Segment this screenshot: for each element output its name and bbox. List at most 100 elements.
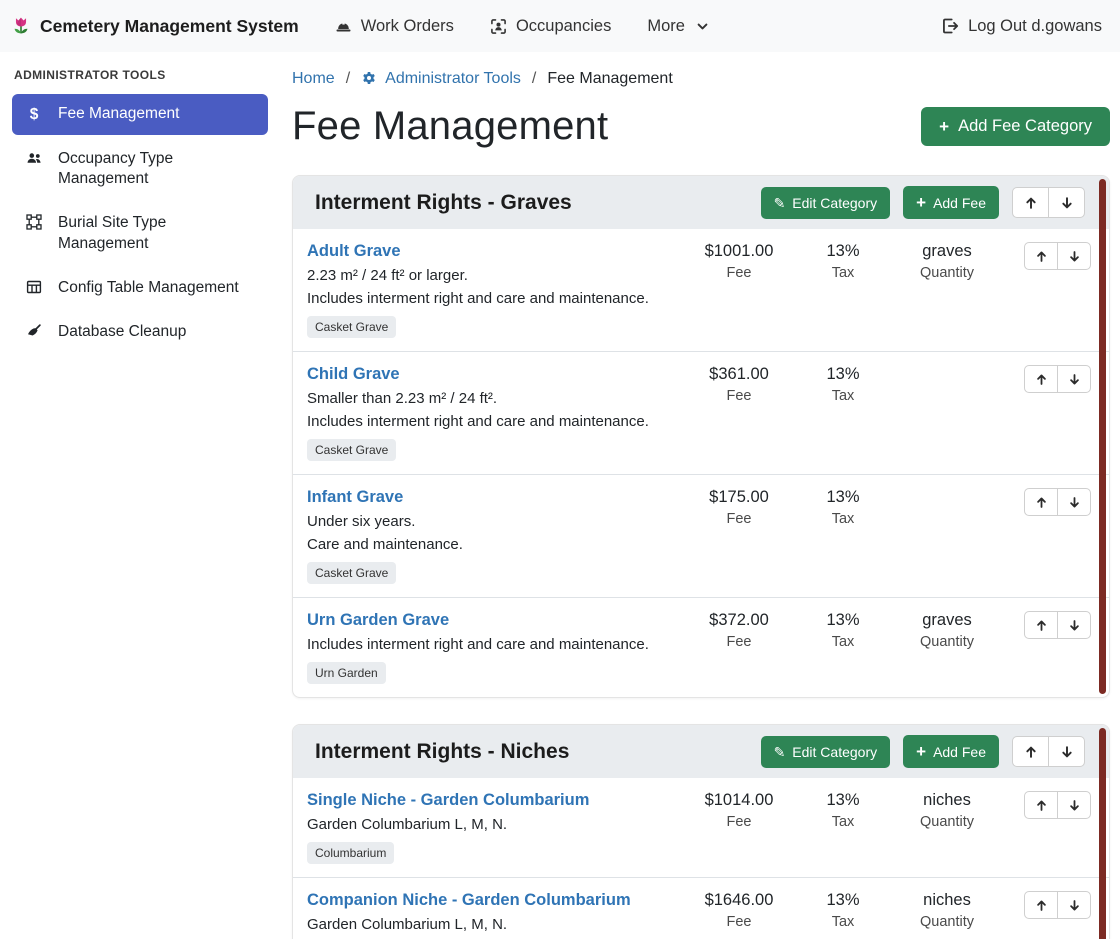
fee-tax-value: 13%: [791, 891, 895, 910]
fee-tax-value: 13%: [791, 791, 895, 810]
move-fee-down-button[interactable]: [1057, 365, 1091, 393]
users-icon: [24, 150, 44, 189]
move-fee-up-button[interactable]: [1024, 611, 1058, 639]
chevron-down-icon: [696, 20, 709, 33]
move-category-down-button[interactable]: [1048, 187, 1085, 218]
move-fee-down-button[interactable]: [1057, 791, 1091, 819]
fee-tax-label: Tax: [791, 814, 895, 830]
fee-quantity-col: niches Quantity: [895, 791, 999, 864]
fee-tax-col: 13% Tax: [791, 611, 895, 684]
breadcrumb-home-link[interactable]: Home: [292, 70, 335, 88]
sidebar-item-burial-site-type-management[interactable]: Burial Site Type Management: [12, 203, 268, 263]
fee-name-link[interactable]: Child Grave: [307, 365, 400, 384]
arrow-down-icon: [1068, 373, 1081, 386]
fee-name-link[interactable]: Adult Grave: [307, 242, 401, 261]
fee-description: Garden Columbarium L, M, N.: [307, 916, 679, 933]
nav-occupancies[interactable]: Occupancies: [490, 17, 611, 36]
fee-description-line: Garden Columbarium L, M, N.: [307, 816, 679, 833]
fee-amount-col: $1014.00 Fee: [687, 791, 791, 864]
sidebar: ADMINISTRATOR TOOLS $ Fee Management Occ…: [0, 52, 280, 370]
move-category-up-button[interactable]: [1012, 187, 1049, 218]
fee-amount-label: Fee: [687, 511, 791, 527]
fee-tax-value: 13%: [791, 242, 895, 261]
fee-description: 2.23 m² / 24 ft² or larger.Includes inte…: [307, 267, 679, 307]
fee-quantity-label: Quantity: [895, 914, 999, 930]
arrow-down-icon: [1068, 799, 1081, 812]
add-fee-button[interactable]: + Add Fee: [903, 735, 999, 768]
sidebar-heading: ADMINISTRATOR TOOLS: [14, 68, 268, 82]
move-category-down-button[interactable]: [1048, 736, 1085, 767]
nav-work-orders[interactable]: Work Orders: [335, 17, 454, 36]
nav-more[interactable]: More: [647, 17, 709, 36]
card-scrollbar[interactable]: [1099, 728, 1106, 939]
add-fee-label: Add Fee: [933, 195, 986, 211]
fee-quantity-col: graves Quantity: [895, 611, 999, 684]
fee-description-line: 2.23 m² / 24 ft² or larger.: [307, 267, 679, 284]
fee-reorder-group: [1024, 611, 1091, 639]
fee-name-link[interactable]: Single Niche - Garden Columbarium: [307, 791, 589, 810]
fee-tax-label: Tax: [791, 634, 895, 650]
fee-name-link[interactable]: Companion Niche - Garden Columbarium: [307, 891, 631, 910]
move-fee-up-button[interactable]: [1024, 242, 1058, 270]
fee-reorder-group: [1024, 488, 1091, 516]
fee-tax-col: 13% Tax: [791, 791, 895, 864]
dollar-icon: $: [24, 105, 44, 125]
move-fee-up-button[interactable]: [1024, 791, 1058, 819]
sidebar-item-occupancy-type-management[interactable]: Occupancy Type Management: [12, 139, 268, 199]
fee-quantity-value: niches: [895, 891, 999, 910]
card-scrollbar[interactable]: [1099, 179, 1106, 694]
category-list: Interment Rights - Graves ✎ Edit Categor…: [292, 175, 1110, 939]
add-fee-button[interactable]: + Add Fee: [903, 186, 999, 219]
move-fee-down-button[interactable]: [1057, 611, 1091, 639]
logout-link[interactable]: Log Out d.gowans: [941, 17, 1102, 36]
sidebar-item-label: Database Cleanup: [58, 322, 186, 342]
fee-row: Infant Grave Under six years.Care and ma…: [293, 474, 1109, 597]
fee-quantity-value: graves: [895, 611, 999, 630]
fee-reorder-group: [1024, 791, 1091, 819]
fee-reorder-group: [1024, 365, 1091, 393]
fee-category-card: Interment Rights - Niches ✎ Edit Categor…: [292, 724, 1110, 939]
broom-icon: [24, 323, 44, 342]
move-category-up-button[interactable]: [1012, 736, 1049, 767]
fee-tax-col: 13% Tax: [791, 891, 895, 939]
fee-tax-label: Tax: [791, 914, 895, 930]
main-content: Home / Administrator Tools / Fee Managem…: [280, 52, 1120, 939]
fee-type-badge: Casket Grave: [307, 439, 396, 461]
sidebar-item-database-cleanup[interactable]: Database Cleanup: [12, 312, 268, 352]
plus-icon: +: [916, 194, 926, 211]
category-reorder-group: [1012, 187, 1085, 218]
sidebar-item-label: Fee Management: [58, 104, 180, 125]
sidebar-item-label: Occupancy Type Management: [58, 149, 256, 189]
fee-row: Single Niche - Garden Columbarium Garden…: [293, 778, 1109, 877]
sidebar-item-fee-management[interactable]: $ Fee Management: [12, 94, 268, 135]
sidebar-item-label: Config Table Management: [58, 278, 239, 298]
arrow-down-icon: [1068, 899, 1081, 912]
fee-tax-label: Tax: [791, 511, 895, 527]
arrow-up-icon: [1024, 745, 1038, 759]
breadcrumb-admin-tools-link[interactable]: Administrator Tools: [361, 70, 521, 88]
app-brand[interactable]: Cemetery Management System: [10, 14, 299, 38]
fee-quantity-col: [895, 365, 999, 461]
edit-category-button[interactable]: ✎ Edit Category: [761, 187, 891, 219]
fee-tax-col: 13% Tax: [791, 488, 895, 584]
move-fee-down-button[interactable]: [1057, 488, 1091, 516]
edit-category-button[interactable]: ✎ Edit Category: [761, 736, 891, 768]
move-fee-down-button[interactable]: [1057, 242, 1091, 270]
fee-name-link[interactable]: Urn Garden Grave: [307, 611, 449, 630]
fee-description: Garden Columbarium L, M, N.: [307, 816, 679, 833]
edit-category-label: Edit Category: [792, 744, 877, 760]
fee-tax-col: 13% Tax: [791, 242, 895, 338]
add-fee-category-button[interactable]: + Add Fee Category: [921, 107, 1110, 146]
arrow-up-icon: [1035, 373, 1048, 386]
fee-name-link[interactable]: Infant Grave: [307, 488, 403, 507]
fee-type-badge: Casket Grave: [307, 316, 396, 338]
fee-description-line: Smaller than 2.23 m² / 24 ft².: [307, 390, 679, 407]
fee-tax-value: 13%: [791, 488, 895, 507]
fee-tax-value: 13%: [791, 611, 895, 630]
move-fee-up-button[interactable]: [1024, 891, 1058, 919]
fee-amount-value: $175.00: [687, 488, 791, 507]
move-fee-up-button[interactable]: [1024, 365, 1058, 393]
move-fee-down-button[interactable]: [1057, 891, 1091, 919]
move-fee-up-button[interactable]: [1024, 488, 1058, 516]
sidebar-item-config-table-management[interactable]: Config Table Management: [12, 268, 268, 308]
